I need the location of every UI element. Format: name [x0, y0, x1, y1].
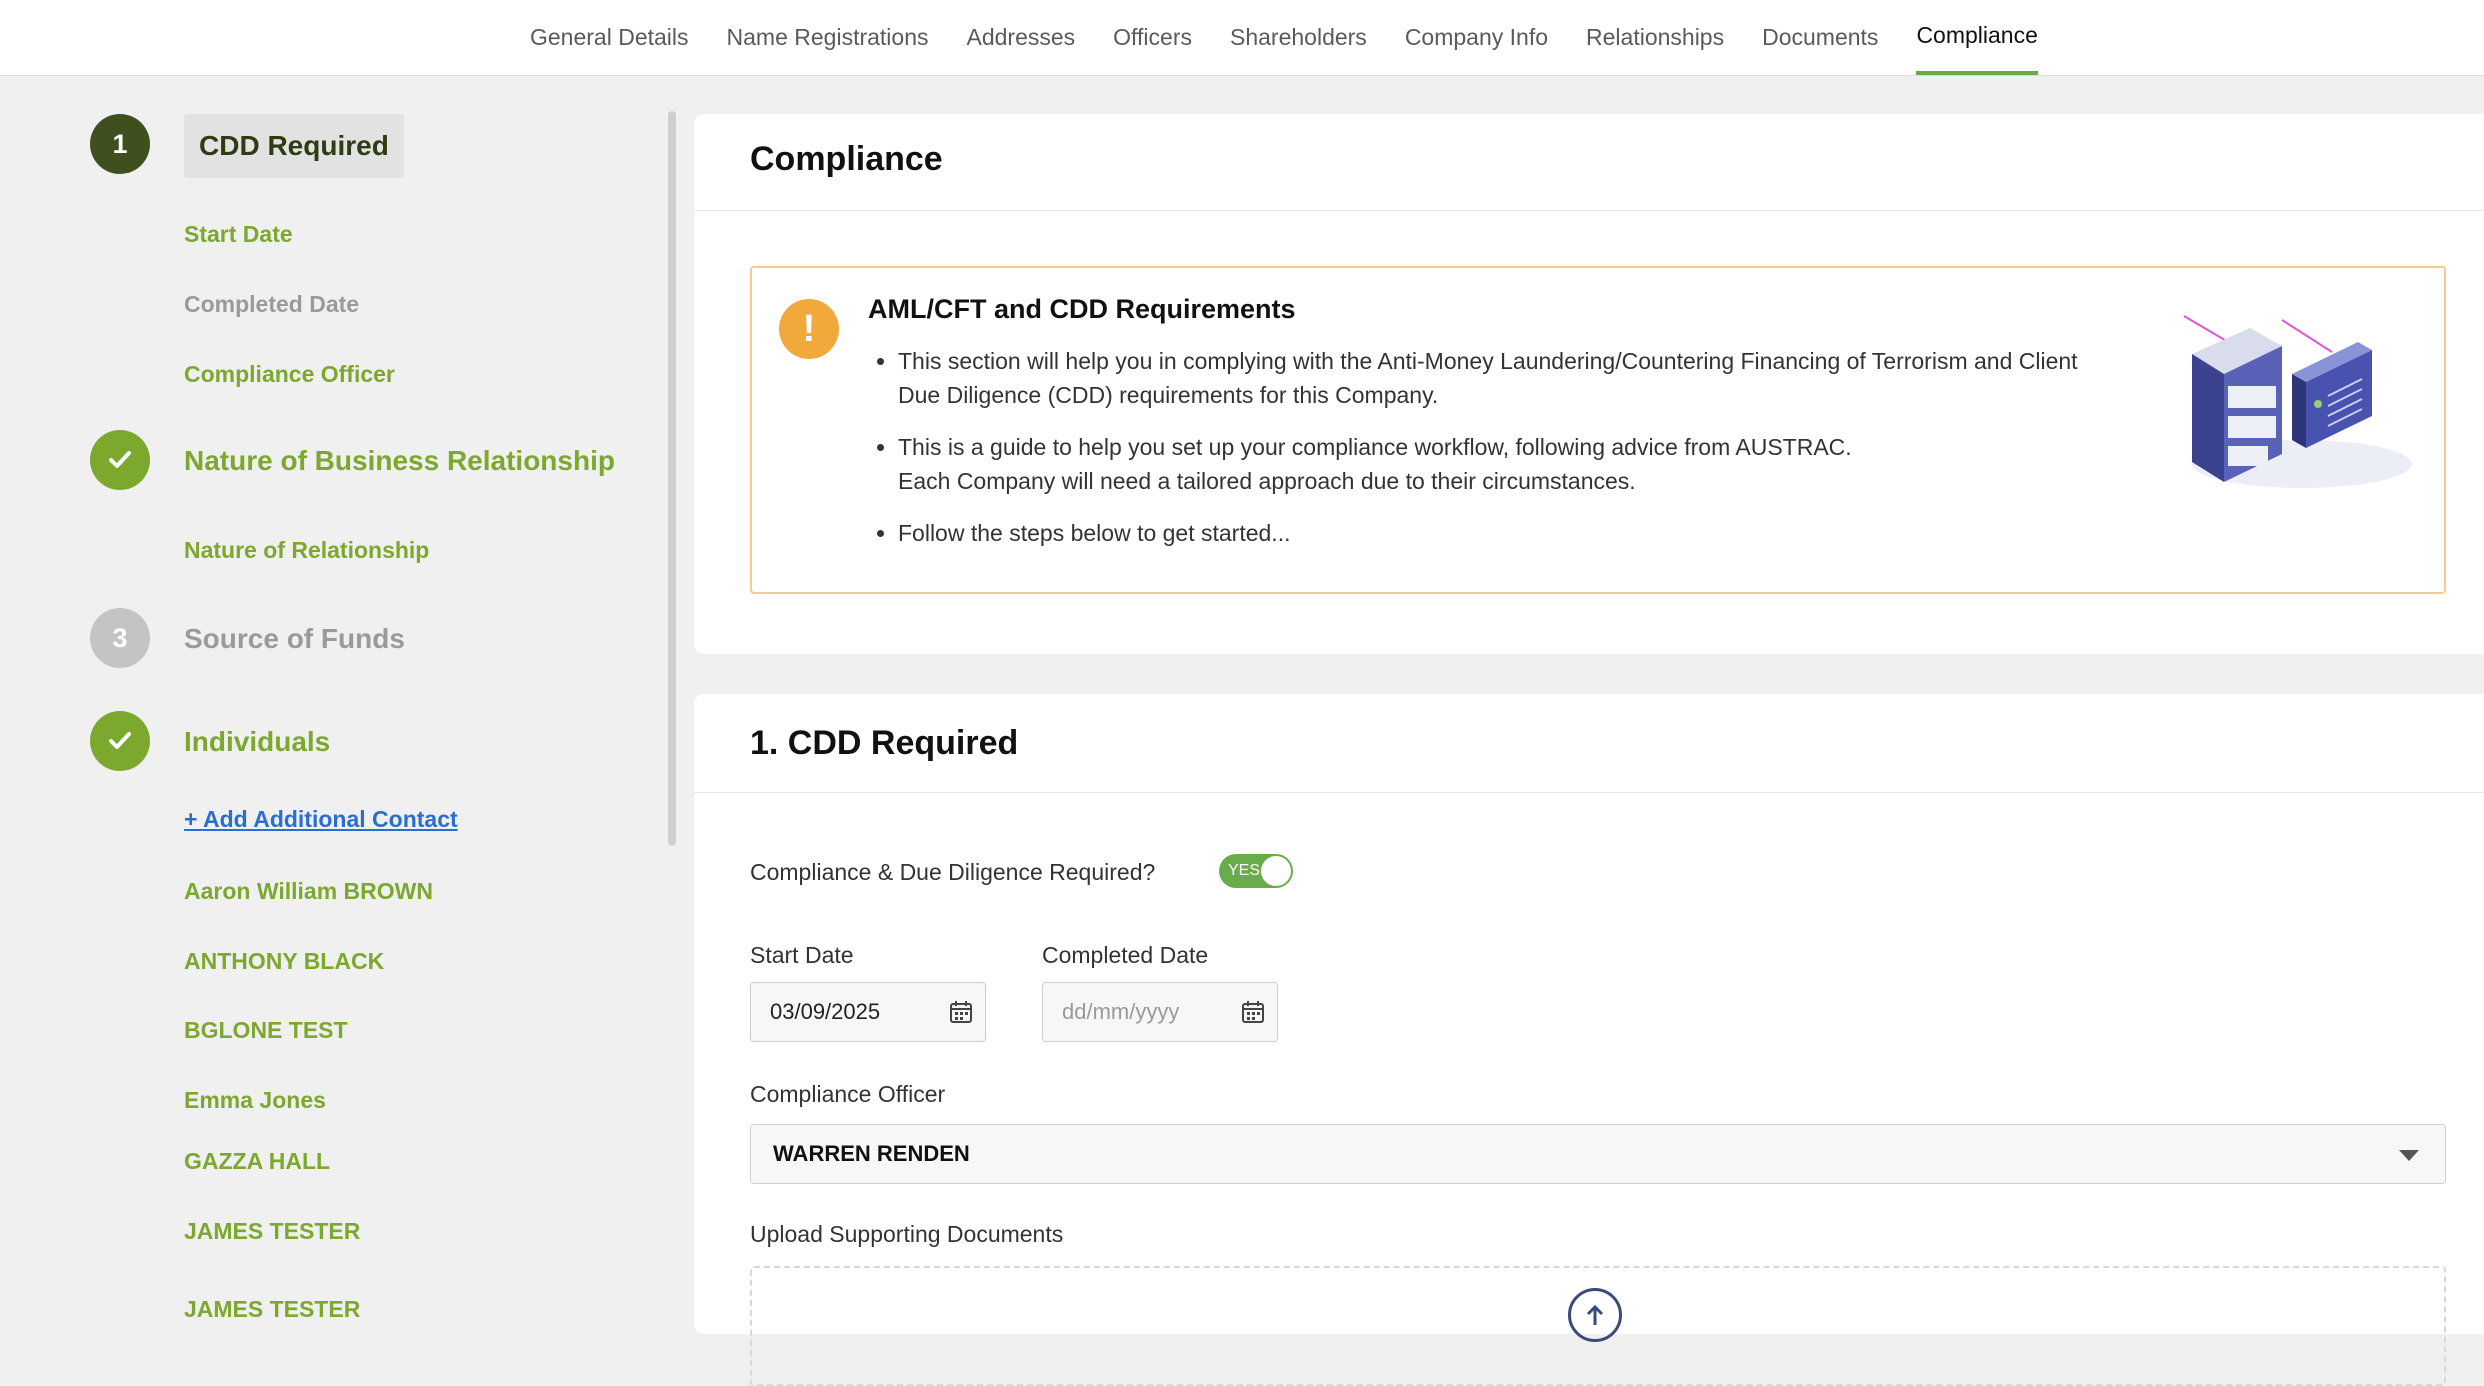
- tab-compliance[interactable]: Compliance: [1916, 0, 2038, 75]
- tab-relationships[interactable]: Relationships: [1586, 0, 1724, 75]
- completed-date-placeholder: dd/mm/yyyy: [1062, 999, 1180, 1024]
- contact-item[interactable]: Aaron William BROWN: [184, 878, 433, 905]
- compliance-intro-card: Compliance ! AML/CFT and CDD Requirement…: [694, 114, 2484, 654]
- alert-bullet: This is a guide to help you set up your …: [898, 430, 2098, 498]
- upload-documents-label: Upload Supporting Documents: [750, 1221, 1064, 1247]
- step-4-check-icon: [90, 711, 150, 771]
- step-2-title[interactable]: Nature of Business Relationship: [184, 445, 615, 477]
- step-item-completed-date[interactable]: Completed Date: [184, 291, 359, 318]
- alert-bullet-list: This section will help you in complying …: [868, 344, 2098, 568]
- tab-bar: General Details Name Registrations Addre…: [530, 0, 2076, 75]
- contact-item[interactable]: BGLONE TEST: [184, 1017, 348, 1044]
- start-date-label: Start Date: [750, 942, 854, 968]
- tab-shareholders[interactable]: Shareholders: [1230, 0, 1367, 75]
- step-1-title[interactable]: CDD Required: [184, 114, 404, 178]
- contact-item[interactable]: ANTHONY BLACK: [184, 948, 384, 975]
- toggle-knob: [1261, 856, 1291, 886]
- toggle-label: YES: [1228, 862, 1261, 879]
- step-item-compliance-officer[interactable]: Compliance Officer: [184, 361, 395, 388]
- compliance-stepper: 1 CDD Required Start Date Completed Date…: [0, 76, 680, 1322]
- start-date-field[interactable]: 03/09/2025: [750, 982, 986, 1042]
- completed-date-label: Completed Date: [1042, 942, 1209, 968]
- server-illustration: [2183, 315, 2412, 488]
- tab-documents[interactable]: Documents: [1762, 0, 1878, 75]
- page-title: Compliance: [750, 140, 943, 178]
- section-title: 1. CDD Required: [750, 724, 1019, 762]
- warning-icon: !: [779, 299, 839, 359]
- contact-item[interactable]: Emma Jones: [184, 1087, 326, 1114]
- aml-cft-info-alert: ! AML/CFT and CDD Requirements This sect…: [750, 266, 2446, 594]
- completed-date-field[interactable]: dd/mm/yyyy: [1042, 982, 1278, 1042]
- top-navigation: General Details Name Registrations Addre…: [0, 0, 2484, 76]
- tab-general-details[interactable]: General Details: [530, 0, 689, 75]
- calendar-icon[interactable]: [1241, 1000, 1265, 1024]
- compliance-officer-select[interactable]: WARREN RENDEN: [750, 1124, 2446, 1184]
- card-header: [694, 114, 2484, 211]
- alert-bullet-line: This is a guide to help you set up your …: [898, 434, 1852, 460]
- alert-bullet-line: Each Company will need a tailored approa…: [898, 468, 1636, 494]
- upload-icon[interactable]: [1568, 1288, 1622, 1342]
- sidebar-scrollbar[interactable]: [668, 111, 676, 846]
- compliance-officer-label: Compliance Officer: [750, 1081, 946, 1107]
- contact-item[interactable]: JAMES TESTER: [184, 1296, 360, 1323]
- cdd-required-toggle[interactable]: YES: [1219, 854, 1293, 888]
- contact-item[interactable]: GAZZA HALL: [184, 1148, 330, 1175]
- start-date-value: 03/09/2025: [770, 999, 881, 1024]
- add-additional-contact-link[interactable]: + Add Additional Contact: [184, 806, 458, 833]
- step-item-nature-of-relationship[interactable]: Nature of Relationship: [184, 537, 429, 564]
- alert-title: AML/CFT and CDD Requirements: [868, 294, 1296, 324]
- tab-officers[interactable]: Officers: [1113, 0, 1192, 75]
- step-3-number: 3: [90, 608, 150, 668]
- chevron-down-icon: [2399, 1150, 2419, 1161]
- calendar-icon[interactable]: [949, 1000, 973, 1024]
- step-item-start-date[interactable]: Start Date: [184, 221, 293, 248]
- alert-bullet: Follow the steps below to get started...: [898, 516, 2098, 550]
- step-1-number: 1: [90, 114, 150, 174]
- tab-company-info[interactable]: Company Info: [1405, 0, 1548, 75]
- upload-dropzone[interactable]: [750, 1266, 2446, 1386]
- cdd-required-label: Compliance & Due Diligence Required?: [750, 859, 1156, 885]
- tab-name-registrations[interactable]: Name Registrations: [727, 0, 929, 75]
- compliance-officer-value: WARREN RENDEN: [773, 1141, 970, 1166]
- alert-bullet: This section will help you in complying …: [898, 344, 2098, 412]
- step-4-title[interactable]: Individuals: [184, 726, 330, 758]
- cdd-required-card: 1. CDD Required Compliance & Due Diligen…: [694, 694, 2484, 1386]
- contact-item[interactable]: JAMES TESTER: [184, 1218, 360, 1245]
- step-3-title[interactable]: Source of Funds: [184, 623, 405, 655]
- tab-addresses[interactable]: Addresses: [967, 0, 1076, 75]
- step-2-check-icon: [90, 430, 150, 490]
